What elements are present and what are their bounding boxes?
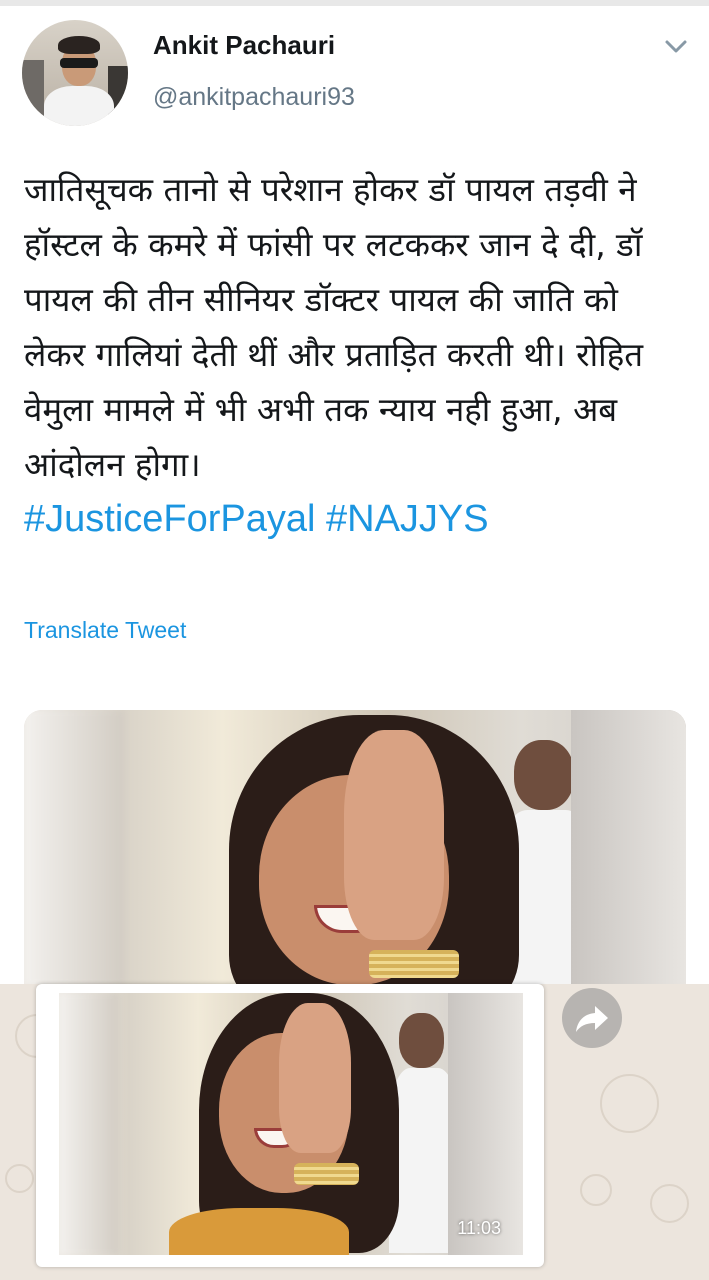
hashtags[interactable]: #JusticeForPayal #NAJJYS — [24, 498, 489, 540]
preview-image[interactable]: 11:03 — [59, 993, 523, 1255]
author-handle[interactable]: @ankitpachauri93 — [153, 83, 355, 112]
avatar[interactable] — [22, 20, 128, 126]
forward-button[interactable] — [562, 988, 622, 1048]
tweet-text-block: जातिसूचक तानो से परेशान होकर डॉ पायल तड़… — [24, 162, 684, 547]
tweet-text: जातिसूचक तानो से परेशान होकर डॉ पायल तड़… — [24, 170, 644, 484]
image-message-preview[interactable]: 11:03 — [36, 984, 544, 1267]
translate-tweet-link[interactable]: Translate Tweet — [24, 617, 186, 644]
tweet-media[interactable] — [24, 710, 686, 985]
author-name[interactable]: Ankit Pachauri — [153, 30, 335, 61]
top-divider — [0, 0, 709, 6]
chevron-down-icon[interactable] — [664, 38, 688, 56]
forward-icon — [576, 1006, 608, 1032]
message-timestamp: 11:03 — [457, 1218, 501, 1238]
